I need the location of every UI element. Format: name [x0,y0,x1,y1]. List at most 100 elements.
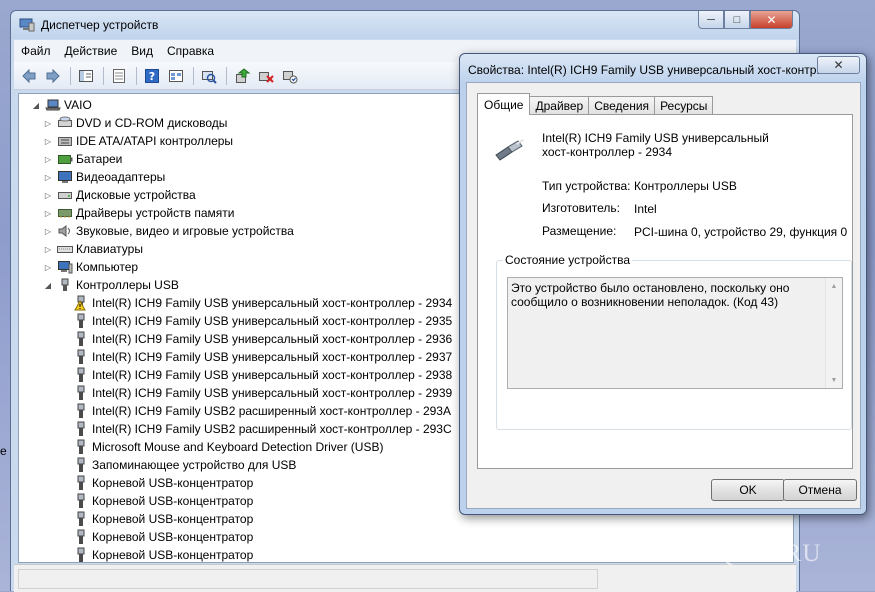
tab-driver[interactable]: Драйвер [529,96,590,115]
disk-drive-icon [57,187,73,203]
usb-device-icon [73,313,89,329]
usb-device-item[interactable]: Корневой USB-концентратор [73,510,253,528]
expand-arrow-icon[interactable]: ▷ [43,190,53,200]
usb-device-item[interactable]: Microsoft Mouse and Keyboard Detection D… [73,438,383,456]
tree-category[interactable]: ▷ Видеоадаптеры [43,168,165,186]
usb-device-label: Intel(R) ICH9 Family USB универсальный х… [92,368,453,382]
usb-device-item[interactable]: Intel(R) ICH9 Family USB универсальный х… [73,366,452,384]
device-status-text: Это устройство было остановлено, посколь… [511,281,790,309]
disable-button[interactable] [279,65,301,87]
usb-device-item[interactable]: Intel(R) ICH9 Family USB универсальный х… [73,312,452,330]
dialog-title-bar[interactable]: Свойства: Intel(R) ICH9 Family USB униве… [460,54,866,82]
usb-device-item[interactable]: Корневой USB-концентратор [73,528,253,546]
tab-details[interactable]: Сведения [588,96,656,115]
ok-button[interactable]: OK [711,479,785,501]
help-button[interactable]: ? [141,65,163,87]
expand-arrow-icon[interactable]: ▷ [43,118,53,128]
maximize-button[interactable]: □ [724,11,750,29]
help-icon: ? [145,68,159,83]
device-name: Intel(R) ICH9 Family USB универсальный х… [542,131,769,159]
properties-button[interactable] [108,65,130,87]
tree-category[interactable]: ▷ DVD и CD-ROM дисководы [43,114,227,132]
back-button[interactable] [18,65,40,87]
tree-category-label: Контроллеры USB [76,278,179,292]
tree-root[interactable]: ◢ VAIO [31,96,92,114]
expand-arrow-icon[interactable]: ▷ [43,262,53,272]
uninstall-button[interactable] [255,65,277,87]
properties-dialog: Свойства: Intel(R) ICH9 Family USB униве… [459,53,867,515]
view-button[interactable] [165,65,187,87]
usb-device-label: Intel(R) ICH9 Family USB универсальный х… [92,332,453,346]
minimize-button[interactable]: ─ [698,11,724,29]
usb-device-label: Intel(R) ICH9 Family USB универсальный х… [92,350,453,364]
memory-device-icon [57,205,73,221]
usb-device-item[interactable]: Intel(R) ICH9 Family USB2 расширенный хо… [73,402,451,420]
scan-hardware-icon [202,70,217,84]
usb-device-item[interactable]: Intel(R) ICH9 Family USB2 расширенный хо… [73,420,452,438]
tree-category-label: Драйверы устройств памяти [76,206,235,220]
tree-category[interactable]: ▷ Звуковые, видео и игровые устройства [43,222,294,240]
status-scrollbar[interactable]: ▲ ▼ [825,278,842,388]
collapse-arrow-icon[interactable]: ◢ [31,100,41,110]
usb-icon [57,277,73,293]
device-status-textbox[interactable]: Это устройство было остановлено, посколь… [507,277,843,389]
menu-file[interactable]: Файл [14,44,58,58]
cancel-button[interactable]: Отмена [783,479,857,501]
properties-icon [113,68,125,83]
dialog-close-button[interactable]: ✕ [817,56,860,74]
tree-category[interactable]: ▷ IDE ATA/ATAPI контроллеры [43,132,233,150]
usb-device-label: Microsoft Mouse and Keyboard Detection D… [92,440,384,454]
usb-device-item[interactable]: Intel(R) ICH9 Family USB универсальный х… [73,348,452,366]
tree-category-label: Клавиатуры [76,242,143,256]
usb-device-item[interactable]: Intel(R) ICH9 Family USB универсальный х… [73,294,452,312]
disable-icon [283,70,298,83]
device-status-group-label: Состояние устройства [503,253,633,267]
menu-help[interactable]: Справка [160,44,221,58]
usb-device-item[interactable]: Intel(R) ICH9 Family USB универсальный х… [73,330,452,348]
computer-icon [57,259,73,275]
tab-general[interactable]: Общие [477,93,531,115]
usb-device-item[interactable]: Запоминающее устройство для USB [73,456,296,474]
tree-category-label: Дисковые устройства [76,188,196,202]
forward-button[interactable] [42,65,64,87]
svg-text:?: ? [149,70,155,83]
location-label: Размещение: [542,224,617,238]
tree-category[interactable]: ▷ Компьютер [43,258,138,276]
back-icon [22,68,36,83]
expand-arrow-icon[interactable]: ▷ [43,154,53,164]
close-button[interactable]: ✕ [750,11,793,29]
usb-device-label: Корневой USB-концентратор [92,548,254,562]
scroll-down-icon[interactable]: ▼ [826,372,842,388]
tree-category[interactable]: ▷ Дисковые устройства [43,186,196,204]
menu-view[interactable]: Вид [124,44,160,58]
usb-device-icon [73,457,89,473]
tree-category[interactable]: ▷ Клавиатуры [43,240,143,258]
tree-category[interactable]: ◢ Контроллеры USB [43,276,179,294]
scan-hardware-button[interactable] [198,65,220,87]
usb-device-item[interactable]: Корневой USB-концентратор [73,492,253,510]
expand-arrow-icon[interactable]: ▷ [43,244,53,254]
expand-arrow-icon[interactable]: ▷ [43,172,53,182]
view-icon [169,69,183,82]
title-bar[interactable]: Диспетчер устройств ─ □ ✕ [11,11,799,39]
tree-category[interactable]: ▷ Драйверы устройств памяти [43,204,235,222]
edge-text-fragment: e [0,444,7,458]
tree-category[interactable]: ▷ Батареи [43,150,122,168]
expand-arrow-icon[interactable]: ▷ [43,208,53,218]
expand-arrow-icon[interactable]: ▷ [43,136,53,146]
dvd-drive-icon [57,115,73,131]
usb-device-item[interactable]: Корневой USB-концентратор [73,474,253,492]
usb-device-item[interactable]: Intel(R) ICH9 Family USB универсальный х… [73,384,452,402]
toolbar-separator [70,66,71,85]
expand-arrow-icon[interactable]: ▷ [43,226,53,236]
show-hide-tree-button[interactable] [75,65,97,87]
usb-device-item[interactable]: Корневой USB-концентратор [73,546,254,562]
usb-device-icon [73,439,89,455]
usb-device-icon [73,385,89,401]
menu-action[interactable]: Действие [58,44,125,58]
update-driver-button[interactable] [231,65,253,87]
collapse-arrow-icon[interactable]: ◢ [43,280,53,290]
scroll-up-icon[interactable]: ▲ [826,278,842,294]
usb-device-icon [73,403,89,419]
tab-resources[interactable]: Ресурсы [654,96,714,115]
